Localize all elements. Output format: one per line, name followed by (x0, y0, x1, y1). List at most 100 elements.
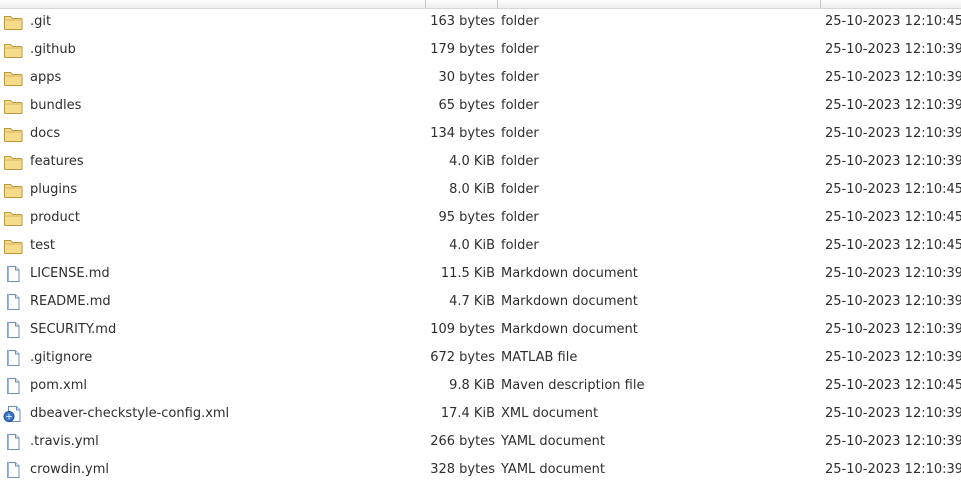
file-name: dbeaver-checkstyle-config.xml (30, 406, 230, 421)
file-modified: 25-10-2023 12:10:39 (825, 154, 961, 169)
file-row[interactable]: .github 179 bytes folder 25-10-2023 12:1… (0, 36, 961, 64)
file-size: 95 bytes (438, 210, 496, 225)
file-size: 4.0 KiB (449, 238, 495, 253)
file-name: plugins (30, 182, 77, 197)
file-modified: 25-10-2023 12:10:39 (825, 462, 961, 477)
file-row[interactable]: product 95 bytes folder 25-10-2023 12:10… (0, 204, 961, 232)
folder-icon (3, 97, 23, 115)
file-type: folder (501, 210, 539, 225)
file-type: Markdown document (501, 266, 638, 281)
file-type: YAML document (501, 462, 606, 477)
file-row[interactable]: test 4.0 KiB folder 25-10-2023 12:10:45 (0, 232, 961, 260)
folder-icon (3, 209, 23, 227)
file-row[interactable]: docs 134 bytes folder 25-10-2023 12:10:3… (0, 120, 961, 148)
xml-file-icon (3, 405, 23, 423)
file-name: product (30, 210, 81, 225)
file-modified: 25-10-2023 12:10:39 (825, 126, 961, 141)
file-icon (3, 321, 23, 339)
file-size: 9.8 KiB (449, 378, 495, 393)
file-modified: 25-10-2023 12:10:39 (825, 350, 961, 365)
file-row[interactable]: features 4.0 KiB folder 25-10-2023 12:10… (0, 148, 961, 176)
file-name: SECURITY.md (30, 322, 117, 337)
file-name: LICENSE.md (30, 266, 110, 281)
file-name: bundles (30, 98, 82, 113)
file-size: 17.4 KiB (440, 406, 495, 421)
folder-icon (3, 237, 23, 255)
file-size: 109 bytes (430, 322, 495, 337)
file-size: 266 bytes (430, 434, 495, 449)
file-size: 30 bytes (438, 70, 496, 85)
file-type: folder (501, 182, 539, 197)
file-name: pom.xml (30, 378, 87, 393)
file-modified: 25-10-2023 12:10:45 (825, 210, 961, 225)
file-row[interactable]: pom.xml 9.8 KiB Maven description file 2… (0, 372, 961, 400)
file-size: 672 bytes (430, 350, 495, 365)
file-row[interactable]: bundles 65 bytes folder 25-10-2023 12:10… (0, 92, 961, 120)
file-modified: 25-10-2023 12:10:39 (825, 98, 961, 113)
file-row[interactable]: dbeaver-checkstyle-config.xml 17.4 KiB X… (0, 400, 961, 428)
file-modified: 25-10-2023 12:10:39 (825, 294, 961, 309)
file-name: docs (30, 126, 61, 141)
file-modified: 25-10-2023 12:10:39 (825, 70, 961, 85)
file-type: folder (501, 98, 539, 113)
file-row[interactable]: .travis.yml 266 bytes YAML document 25-1… (0, 428, 961, 456)
column-divider[interactable] (497, 0, 498, 8)
column-divider[interactable] (425, 0, 426, 8)
file-size: 4.7 KiB (449, 294, 495, 309)
file-name: .travis.yml (30, 434, 99, 449)
folder-icon (3, 41, 23, 59)
file-row[interactable]: apps 30 bytes folder 25-10-2023 12:10:39 (0, 64, 961, 92)
file-icon (3, 461, 23, 479)
file-row[interactable]: plugins 8.0 KiB folder 25-10-2023 12:10:… (0, 176, 961, 204)
file-row[interactable]: LICENSE.md 11.5 KiB Markdown document 25… (0, 260, 961, 288)
folder-icon (3, 125, 23, 143)
file-row[interactable]: README.md 4.7 KiB Markdown document 25-1… (0, 288, 961, 316)
file-row[interactable]: SECURITY.md 109 bytes Markdown document … (0, 316, 961, 344)
file-icon (3, 265, 23, 283)
file-name: .github (30, 42, 76, 57)
file-type: folder (501, 14, 539, 29)
file-modified: 25-10-2023 12:10:45 (825, 238, 961, 253)
file-list: .git 163 bytes folder 25-10-2023 12:10:4… (0, 8, 961, 484)
file-icon (3, 377, 23, 395)
file-type: folder (501, 126, 539, 141)
file-size: 179 bytes (430, 42, 495, 57)
folder-icon (3, 13, 23, 31)
file-name: crowdin.yml (30, 462, 109, 477)
file-size: 163 bytes (430, 14, 495, 29)
folder-icon (3, 69, 23, 87)
file-modified: 25-10-2023 12:10:39 (825, 42, 961, 57)
file-row[interactable]: .git 163 bytes folder 25-10-2023 12:10:4… (0, 8, 961, 36)
file-name: README.md (30, 294, 111, 309)
file-row[interactable]: crowdin.yml 328 bytes YAML document 25-1… (0, 456, 961, 484)
file-size: 8.0 KiB (449, 182, 495, 197)
file-type: folder (501, 70, 539, 85)
file-icon (3, 349, 23, 367)
file-type: MATLAB file (501, 350, 578, 365)
file-name: apps (30, 70, 62, 85)
file-modified: 25-10-2023 12:10:39 (825, 266, 961, 281)
column-divider[interactable] (820, 0, 821, 8)
file-name: .git (30, 14, 52, 29)
file-type: Markdown document (501, 294, 638, 309)
file-modified: 25-10-2023 12:10:45 (825, 14, 961, 29)
file-modified: 25-10-2023 12:10:45 (825, 182, 961, 197)
file-modified: 25-10-2023 12:10:39 (825, 434, 961, 449)
file-type: folder (501, 238, 539, 253)
file-row[interactable]: .gitignore 672 bytes MATLAB file 25-10-2… (0, 344, 961, 372)
file-size: 65 bytes (438, 98, 496, 113)
file-size: 328 bytes (430, 462, 495, 477)
file-type: folder (501, 42, 539, 57)
file-size: 4.0 KiB (449, 154, 495, 169)
file-type: Markdown document (501, 322, 638, 337)
file-type: Maven description file (501, 378, 645, 393)
file-size: 11.5 KiB (440, 266, 495, 281)
file-modified: 25-10-2023 12:10:39 (825, 322, 961, 337)
file-modified: 25-10-2023 12:10:39 (825, 406, 961, 421)
file-name: test (30, 238, 55, 253)
file-name: features (30, 154, 84, 169)
file-type: YAML document (501, 434, 606, 449)
file-name: .gitignore (30, 350, 93, 365)
folder-icon (3, 181, 23, 199)
file-size: 134 bytes (430, 126, 495, 141)
